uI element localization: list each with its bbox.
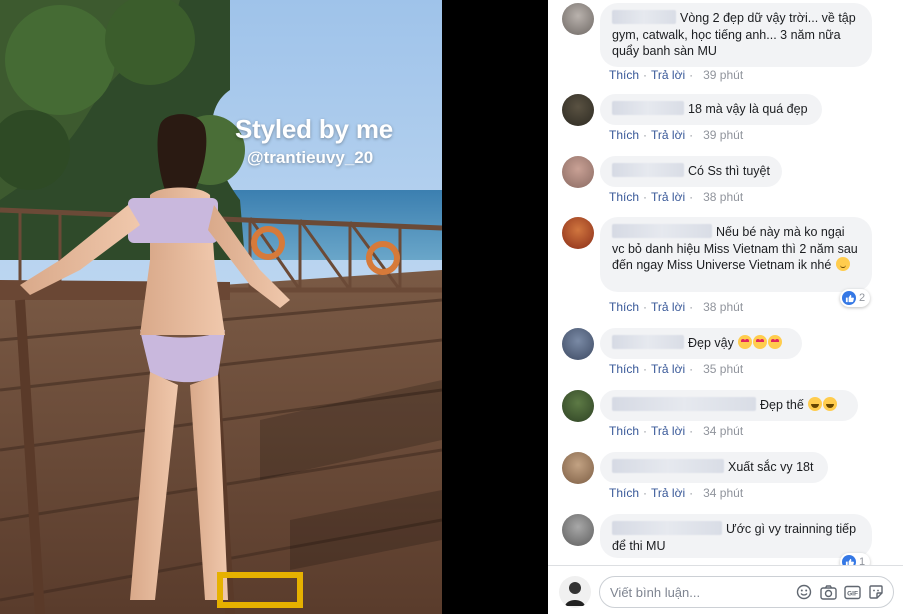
comment-time[interactable]: 38 phút — [703, 300, 743, 314]
comment-bubble: Nếu bé này mà ko ngại vc bỏ danh hiệu Mi… — [600, 217, 872, 292]
like-reaction-icon — [842, 291, 856, 305]
avatar[interactable] — [562, 328, 594, 360]
comment-actions: Thích · Trả lời · 35 phút — [609, 362, 744, 376]
comment-bubble: Có Ss thì tuyệt — [600, 156, 782, 187]
reply-link[interactable]: Trả lời — [651, 128, 685, 142]
reply-link[interactable]: Trả lời — [651, 424, 685, 438]
comment-text: 18 mà vậy là quá đẹp — [688, 102, 808, 116]
reply-link[interactable]: Trả lời — [651, 486, 685, 500]
gif-icon[interactable]: GIF — [843, 584, 861, 600]
heart-eyes-emoji-icon — [753, 335, 768, 349]
reaction-badge[interactable]: 2 — [840, 289, 871, 307]
heart-eyes-emoji-icon — [738, 335, 753, 349]
commenter-name[interactable] — [612, 224, 712, 238]
like-link[interactable]: Thích — [609, 190, 639, 204]
like-link[interactable]: Thích — [609, 486, 639, 500]
comment-text: Đẹp thế — [760, 398, 804, 412]
laugh-emoji-icon — [808, 397, 823, 411]
avatar[interactable] — [562, 452, 594, 484]
avatar[interactable] — [562, 156, 594, 188]
comments-panel[interactable]: Vòng 2 đẹp dữ vậy trời... về tập gym, ca… — [548, 0, 903, 614]
comment-text: Đẹp vậy — [688, 336, 734, 350]
comment-bubble: Đẹp thế — [600, 390, 858, 421]
comment-bubble: Xuất sắc vy 18t — [600, 452, 828, 483]
comment-bubble: Đẹp vậy — [600, 328, 802, 359]
comment-time[interactable]: 34 phút — [703, 424, 743, 438]
comment-bubble: Ước gì vy trainning tiếp để thi MU — [600, 514, 872, 558]
svg-text:GIF: GIF — [847, 590, 858, 597]
avatar[interactable] — [562, 390, 594, 422]
photo-scene — [0, 0, 442, 614]
reply-link[interactable]: Trả lời — [651, 362, 685, 376]
comment-composer: Viết bình luận... GIF — [548, 565, 903, 614]
reply-link[interactable]: Trả lời — [651, 190, 685, 204]
comment-text: Xuất sắc vy 18t — [728, 460, 814, 474]
comment-actions: Thích · Trả lời · 34 phút — [609, 424, 744, 438]
commenter-name[interactable] — [612, 459, 724, 473]
comment-actions: Thích · Trả lời · 38 phút — [609, 300, 744, 314]
avatar[interactable] — [562, 3, 594, 35]
like-link[interactable]: Thích — [609, 300, 639, 314]
current-user-avatar[interactable] — [559, 576, 591, 608]
laugh-emoji-icon — [823, 397, 838, 411]
comment-actions: Thích · Trả lời · 39 phút — [609, 68, 744, 82]
photo-overlay-title: Styled by me — [235, 114, 393, 144]
like-link[interactable]: Thích — [609, 424, 639, 438]
smiley-icon[interactable] — [795, 584, 813, 600]
sticker-icon[interactable] — [867, 584, 885, 600]
comment-time[interactable]: 39 phút — [703, 128, 743, 142]
comment-time[interactable]: 38 phút — [703, 190, 743, 204]
post-photo[interactable]: Styled by me @trantieuvy_20 — [0, 0, 442, 614]
commenter-name[interactable] — [612, 397, 756, 411]
commenter-name[interactable] — [612, 521, 722, 535]
comment-actions: Thích · Trả lời · 34 phút — [609, 486, 744, 500]
composer-toolbar: GIF — [795, 584, 885, 600]
reply-link[interactable]: Trả lời — [651, 68, 685, 82]
like-link[interactable]: Thích — [609, 128, 639, 142]
commenter-name[interactable] — [612, 10, 676, 24]
commenter-name[interactable] — [612, 101, 684, 115]
commenter-name[interactable] — [612, 163, 684, 177]
smile-emoji-icon — [835, 257, 850, 271]
reaction-count: 2 — [859, 292, 866, 304]
comment-bubble: 18 mà vậy là quá đẹp — [600, 94, 822, 125]
black-divider — [442, 0, 548, 614]
comment-actions: Thích · Trả lời · 39 phút — [609, 128, 744, 142]
avatar[interactable] — [562, 217, 594, 249]
reply-link[interactable]: Trả lời — [651, 300, 685, 314]
avatar[interactable] — [562, 94, 594, 126]
like-link[interactable]: Thích — [609, 362, 639, 376]
camera-icon[interactable] — [819, 584, 837, 600]
commenter-name[interactable] — [612, 335, 684, 349]
comment-time[interactable]: 35 phút — [703, 362, 743, 376]
photo-overlay-handle: @trantieuvy_20 — [247, 148, 374, 167]
heart-eyes-emoji-icon — [768, 335, 783, 349]
comment-input-placeholder: Viết bình luận... — [610, 585, 701, 600]
comment-time[interactable]: 34 phút — [703, 486, 743, 500]
like-link[interactable]: Thích — [609, 68, 639, 82]
comment-bubble: Vòng 2 đẹp dữ vậy trời... về tập gym, ca… — [600, 3, 872, 67]
comment-input[interactable]: Viết bình luận... GIF — [599, 576, 894, 608]
avatar[interactable] — [562, 514, 594, 546]
comment-actions: Thích · Trả lời · 38 phút — [609, 190, 744, 204]
comment-time[interactable]: 39 phút — [703, 68, 743, 82]
comment-text: Có Ss thì tuyệt — [688, 164, 770, 178]
